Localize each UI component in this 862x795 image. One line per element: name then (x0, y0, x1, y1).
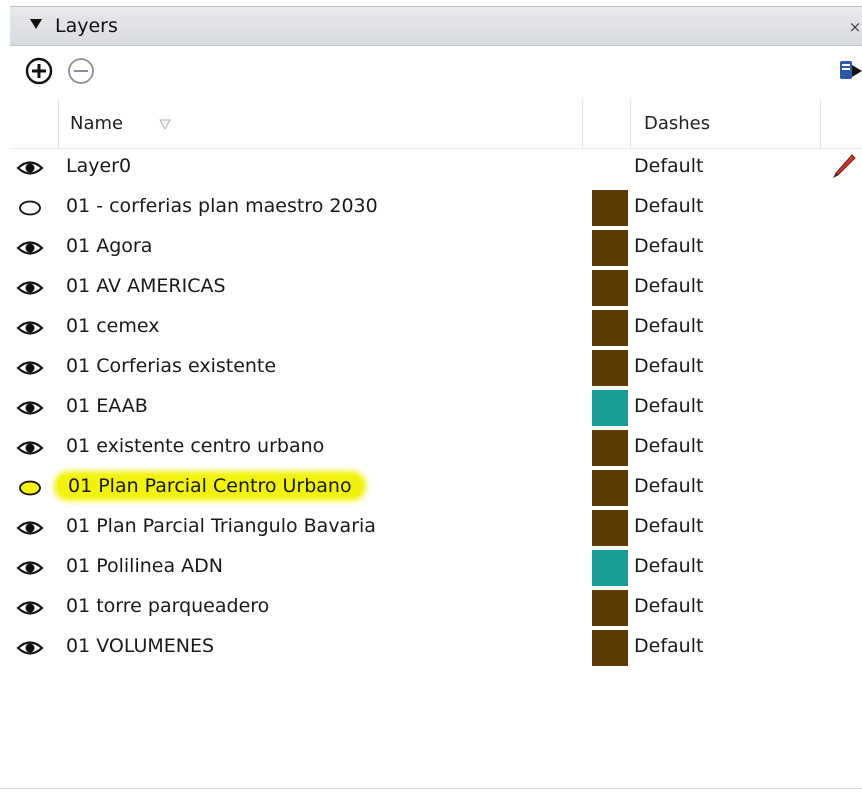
eye-closed-icon[interactable] (16, 478, 44, 498)
layer-color-swatch[interactable] (592, 510, 628, 546)
panel-titlebar[interactable]: Layers × (10, 6, 862, 46)
layer-name[interactable]: 01 AV AMERICAS (66, 275, 226, 297)
layer-color-swatch[interactable] (592, 190, 628, 226)
layer-row[interactable]: 01 - corferias plan maestro 2030 Default (10, 188, 862, 228)
layer-name[interactable]: 01 - corferias plan maestro 2030 (66, 195, 378, 217)
layer-color-swatch[interactable] (592, 630, 628, 666)
layer-color-swatch[interactable] (592, 310, 628, 346)
eye-icon[interactable] (16, 318, 44, 338)
layer-name[interactable]: 01 EAAB (66, 395, 148, 417)
layer-dashes[interactable]: Default (634, 395, 703, 417)
eye-closed-icon[interactable] (16, 198, 44, 218)
layer-color-swatch[interactable] (592, 390, 628, 426)
sort-icon[interactable] (158, 117, 172, 131)
layer-dashes[interactable]: Default (634, 435, 703, 457)
layer-dashes[interactable]: Default (634, 475, 703, 497)
layer-name[interactable]: 01 Plan Parcial Triangulo Bavaria (66, 515, 376, 537)
close-icon[interactable]: × (845, 17, 862, 37)
add-layer-button[interactable] (22, 54, 56, 88)
remove-layer-button[interactable] (64, 54, 98, 88)
layer-name[interactable]: 01 Polilinea ADN (66, 555, 223, 577)
layer-name[interactable]: 01 cemex (66, 315, 159, 337)
eye-icon[interactable] (16, 278, 44, 298)
eye-icon[interactable] (16, 398, 44, 418)
layer-color-swatch[interactable] (592, 230, 628, 266)
layer-name[interactable]: 01 Corferias existente (66, 355, 276, 377)
layer-dashes[interactable]: Default (634, 315, 703, 337)
layer-row[interactable]: 01 Corferias existente Default (10, 348, 862, 388)
layer-row[interactable]: 01 Agora Default (10, 228, 862, 268)
layer-name[interactable]: 01 existente centro urbano (66, 435, 324, 457)
layer-dashes[interactable]: Default (634, 595, 703, 617)
layer-dashes[interactable]: Default (634, 555, 703, 577)
name-column-label: Name (70, 113, 124, 134)
layers-panel: Layers × Name Dashes Layer0 Default 01 -… (0, 0, 862, 795)
layer-dashes[interactable]: Default (634, 155, 703, 177)
triangle-down-icon[interactable] (30, 19, 42, 29)
layer-name[interactable]: 01 Plan Parcial Centro Urbano (58, 475, 362, 497)
layer-dashes[interactable]: Default (634, 635, 703, 657)
pencil-icon (832, 154, 856, 179)
panel-bottom-border (0, 788, 862, 789)
details-arrow-icon[interactable] (838, 58, 862, 84)
layer-row[interactable]: 01 EAAB Default (10, 388, 862, 428)
layer-dashes[interactable]: Default (634, 275, 703, 297)
name-column-header[interactable]: Name (58, 100, 582, 148)
column-divider (582, 100, 583, 148)
panel-title: Layers (55, 15, 118, 37)
eye-icon[interactable] (16, 518, 44, 538)
layers-table-header: Name Dashes (10, 100, 862, 149)
layer-row[interactable]: 01 Plan Parcial Centro Urbano Default (10, 468, 862, 508)
layer-color-swatch[interactable] (592, 470, 628, 506)
eye-icon[interactable] (16, 558, 44, 578)
layer-row[interactable]: 01 torre parqueadero Default (10, 588, 862, 628)
layer-row[interactable]: 01 VOLUMENES Default (10, 628, 862, 668)
column-divider (820, 100, 821, 148)
layer-color-swatch[interactable] (592, 270, 628, 306)
eye-icon[interactable] (16, 358, 44, 378)
plus-circle-icon (25, 57, 53, 85)
layer-name[interactable]: 01 VOLUMENES (66, 635, 214, 657)
layer-color-swatch[interactable] (592, 550, 628, 586)
eye-icon[interactable] (16, 158, 44, 178)
eye-icon[interactable] (16, 438, 44, 458)
layer-name[interactable]: Layer0 (66, 155, 131, 177)
layer-dashes[interactable]: Default (634, 355, 703, 377)
eye-icon[interactable] (16, 598, 44, 618)
layer-dashes[interactable]: Default (634, 195, 703, 217)
eye-icon[interactable] (16, 238, 44, 258)
layers-toolbar (10, 46, 862, 98)
layer-color-swatch[interactable] (592, 350, 628, 386)
layer-row[interactable]: 01 existente centro urbano Default (10, 428, 862, 468)
layer-row[interactable]: 01 cemex Default (10, 308, 862, 348)
layer-color-swatch[interactable] (592, 590, 628, 626)
layer-dashes[interactable]: Default (634, 515, 703, 537)
layer-row[interactable]: Layer0 Default (10, 148, 862, 188)
layer-color-swatch[interactable] (592, 430, 628, 466)
layer-row[interactable]: 01 Plan Parcial Triangulo Bavaria Defaul… (10, 508, 862, 548)
layer-name[interactable]: 01 Agora (66, 235, 152, 257)
dashes-column-header[interactable]: Dashes (630, 100, 820, 148)
minus-circle-icon (68, 58, 94, 84)
dashes-column-label: Dashes (644, 113, 711, 134)
layer-row[interactable]: 01 AV AMERICAS Default (10, 268, 862, 308)
layer-name[interactable]: 01 torre parqueadero (66, 595, 269, 617)
layer-dashes[interactable]: Default (634, 235, 703, 257)
eye-icon[interactable] (16, 638, 44, 658)
layer-row[interactable]: 01 Polilinea ADN Default (10, 548, 862, 588)
